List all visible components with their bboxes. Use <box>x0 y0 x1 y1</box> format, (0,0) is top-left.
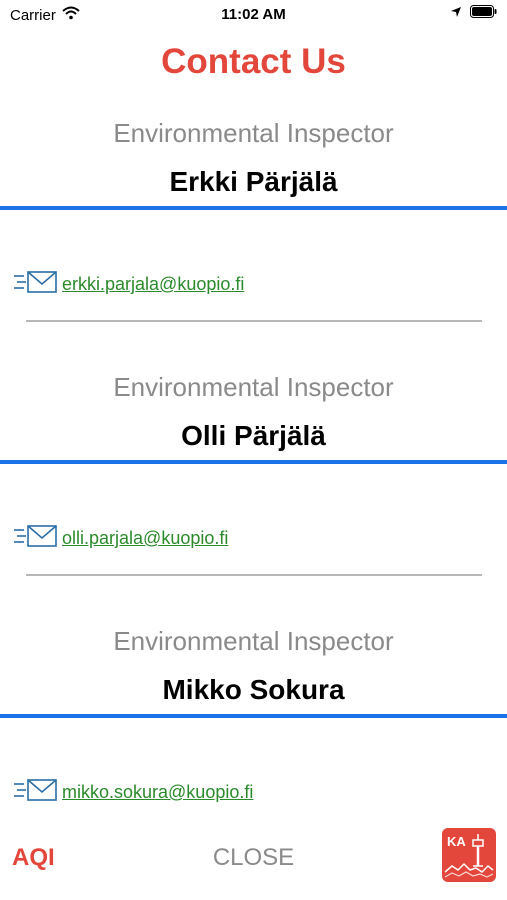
email-link[interactable]: mikko.sokura@kuopio.fi <box>62 782 253 803</box>
contact-separator <box>26 574 482 576</box>
contact-role: Environmental Inspector <box>113 118 394 148</box>
footer-bar: CLOSE AQI KA <box>0 826 507 900</box>
battery-icon <box>470 5 497 22</box>
email-icon <box>14 778 58 807</box>
close-button[interactable]: CLOSE <box>0 844 507 872</box>
status-right <box>450 5 497 22</box>
app-logo-icon[interactable]: KA <box>442 828 496 882</box>
email-row: mikko.sokura@kuopio.fi <box>14 778 253 807</box>
status-bar: Carrier 11:02 AM <box>0 0 507 30</box>
email-icon <box>14 524 58 553</box>
aqi-button[interactable]: AQI <box>12 844 55 872</box>
section-divider-blue <box>0 206 507 210</box>
section-divider-blue <box>0 460 507 464</box>
contact-name: Erkki Pärjälä <box>169 166 338 197</box>
contact-name: Olli Pärjälä <box>181 420 326 451</box>
contact-role: Environmental Inspector <box>113 372 394 402</box>
status-time: 11:02 AM <box>221 6 286 23</box>
logo-text: KA <box>447 834 466 849</box>
email-row: olli.parjala@kuopio.fi <box>14 524 228 553</box>
email-icon <box>14 270 58 299</box>
email-link[interactable]: olli.parjala@kuopio.fi <box>62 528 228 549</box>
contact-name: Mikko Sokura <box>162 674 345 705</box>
email-row: erkki.parjala@kuopio.fi <box>14 270 244 299</box>
contact-separator <box>26 320 482 322</box>
contact-role: Environmental Inspector <box>113 626 394 656</box>
email-link[interactable]: erkki.parjala@kuopio.fi <box>62 274 244 295</box>
location-arrow-icon <box>450 5 462 22</box>
section-divider-blue <box>0 714 507 718</box>
page-title: Contact Us <box>161 42 346 81</box>
